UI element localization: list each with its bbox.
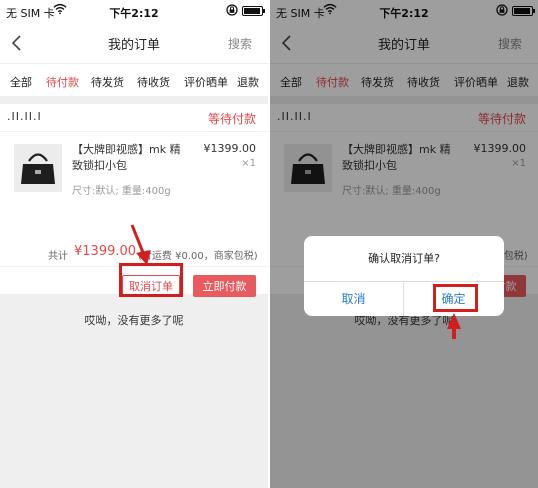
product-name[interactable]: 【大牌即视感】mk 精致锁扣小包 [72,142,182,174]
divider [0,131,268,132]
tab-refunds[interactable]: 退款 [237,74,259,90]
annotation-arrow-icon [447,313,461,339]
shop-name[interactable]: .II.II.I [7,110,42,123]
status-bar: 无 SIM 卡 下午2:12 [0,0,268,22]
total-amount: ¥1399.00 [74,244,137,259]
dialog-message: 确认取消订单? [368,252,440,265]
total-label: 共计 [48,251,68,262]
tab-reviews[interactable]: 评价晒单 [184,74,228,90]
search-button[interactable]: 搜索 [228,35,252,52]
order-screen-left: 无 SIM 卡 下午2:12 我的订单 搜索 全部 待付款 待发货 待收货 评价… [0,0,268,488]
annotation-highlight [433,284,478,312]
annotation-arrow-icon [130,224,151,265]
dialog-cancel-button[interactable]: 取消 [304,281,403,316]
order-tabs: 全部 待付款 待发货 待收货 评价晒单 退款 [0,64,268,96]
product-price: ¥1399.00 [203,142,257,155]
order-status: 等待付款 [207,112,256,126]
tab-pending-receipt[interactable]: 待收货 [137,74,170,90]
battery-fill [244,8,260,14]
no-more-text: 哎呦，没有更多了呢 [84,314,184,327]
tab-pending-shipment[interactable]: 待发货 [91,74,124,90]
tab-all[interactable]: 全部 [10,74,32,90]
product-spec: 尺寸:默认; 重量:400g [72,186,171,197]
product-thumbnail[interactable] [14,144,62,192]
nav-bar: 我的订单 搜索 [0,22,268,64]
shipping-note: (含运费 ¥0.00，商家包税) [138,251,258,262]
product-quantity: ×1 [241,158,256,169]
annotation-highlight [119,263,183,297]
rotation-lock-icon [226,4,238,16]
tab-pending-payment[interactable]: 待付款 [46,74,79,90]
pay-now-button[interactable]: 立即付款 [193,275,256,297]
order-screen-right: 无 SIM 卡 下午2:12 我的订单 搜索 全部 待付款 待发货 待收货 评价… [270,0,538,488]
battery-icon [242,6,265,16]
